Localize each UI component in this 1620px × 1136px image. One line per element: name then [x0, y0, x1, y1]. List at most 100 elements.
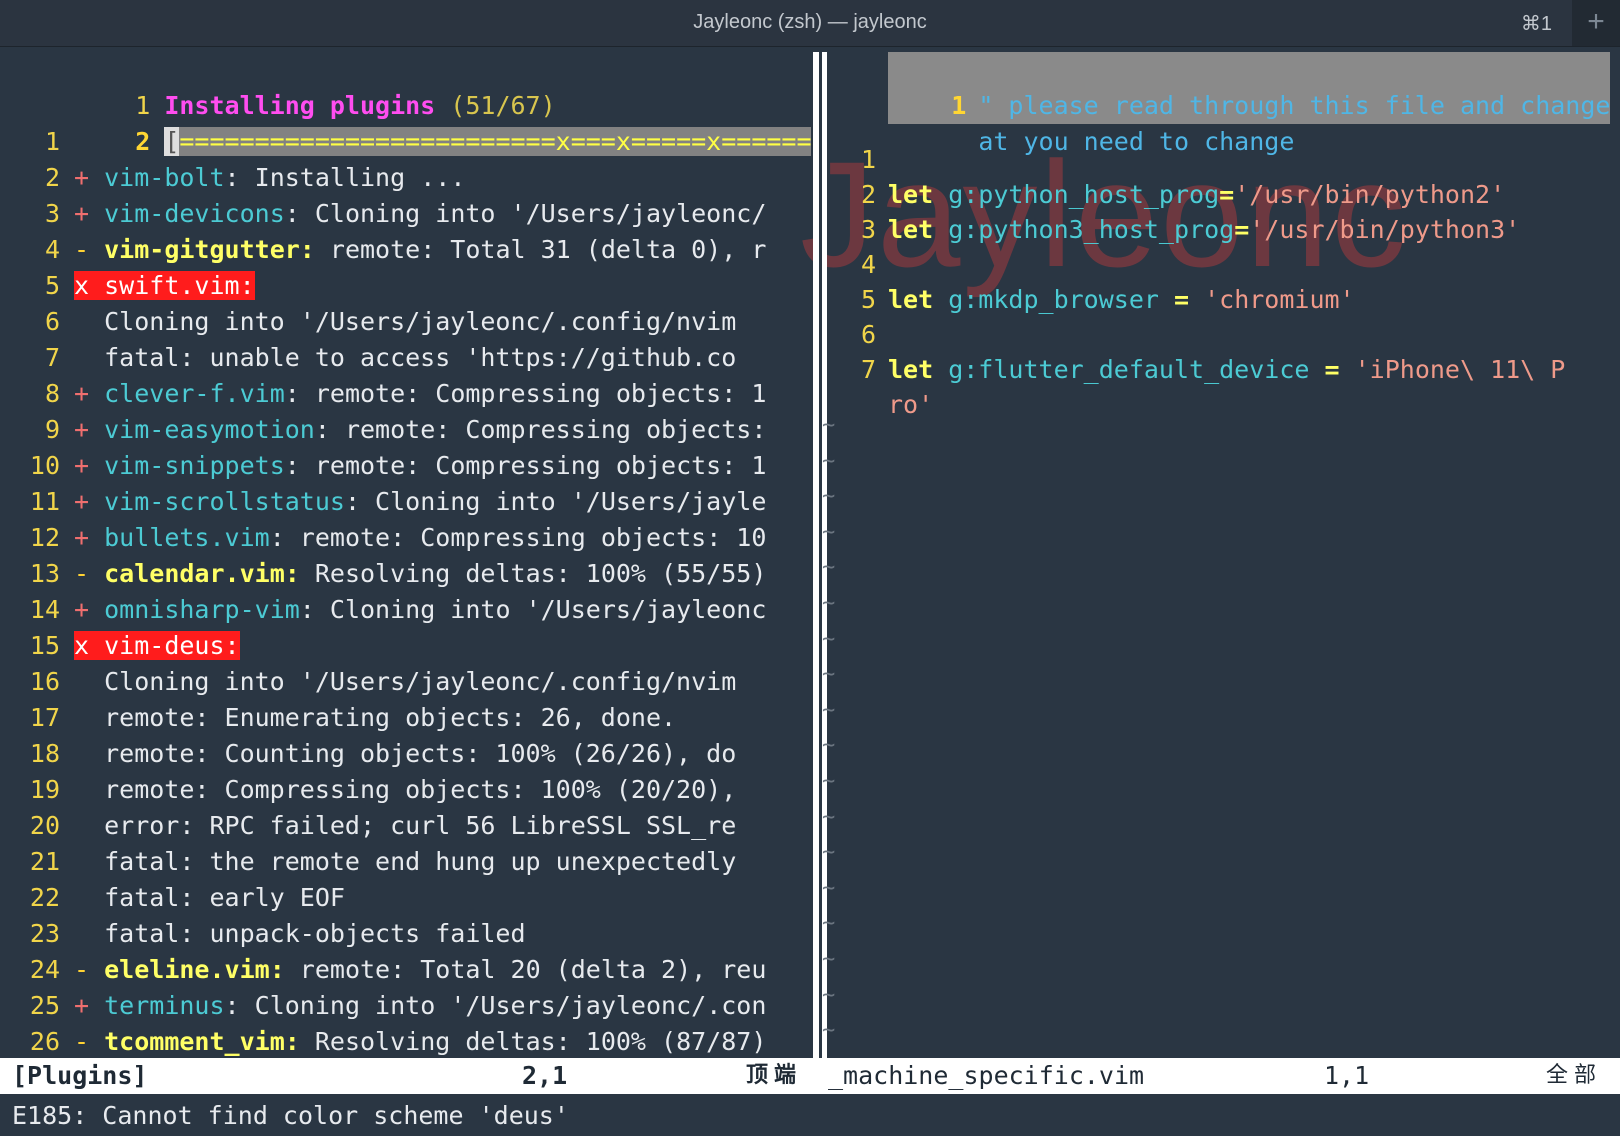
text-cursor: [	[164, 127, 180, 156]
line-number: 2	[44, 163, 60, 192]
command-line-message[interactable]: E185: Cannot find color scheme 'deus'	[12, 1098, 569, 1134]
keyword-let: let	[888, 285, 934, 314]
string-value: ro'	[888, 390, 934, 419]
plugin-row: 6 Cloning into '/Users/jayleonc/.config/…	[0, 304, 736, 340]
status-message: error: RPC failed; curl 56 LibreSSL SSL_…	[74, 811, 737, 840]
tab-shortcut-label: ⌘1	[1520, 13, 1552, 35]
left-cursor-position: 2,1	[522, 1061, 568, 1090]
line-number: 10	[29, 451, 60, 480]
status-message: : Cloning into '/Users/jayleonc	[299, 595, 767, 624]
status-message: remote: Total 31 (delta 0), r	[314, 235, 767, 264]
empty-line-tilde: ~	[822, 982, 836, 1008]
install-mark: +	[74, 415, 90, 444]
plugin-name: vim-devicons	[104, 199, 285, 228]
line-number: 3	[44, 199, 60, 228]
plugin-row: 7 fatal: unable to access 'https://githu…	[0, 340, 736, 376]
config-line: 1	[828, 142, 888, 178]
status-message: : remote: Compressing objects: 10	[269, 523, 767, 552]
variable-name: g:python_host_prog	[933, 180, 1220, 209]
plugin-row: 26- tcomment_vim: Resolving deltas: 100%…	[0, 1024, 767, 1060]
line-number: 3	[860, 215, 876, 244]
line-number: 7	[44, 343, 60, 372]
plugin-row: 17 remote: Enumerating objects: 26, done…	[0, 700, 676, 736]
assign-operator: =	[1324, 355, 1340, 384]
plugin-name: clever-f.vim	[104, 379, 285, 408]
empty-line-tilde: ~	[822, 804, 836, 830]
install-mark: +	[74, 199, 90, 228]
progress-bar-text: =========================x===x=====x====…	[179, 127, 811, 156]
line-number: 11	[29, 487, 60, 516]
plugins-pane[interactable]: 1 Installing plugins (51/67) 2 [==========…	[0, 52, 811, 1060]
plugin-name: omnisharp-vim	[104, 595, 300, 624]
plugin-name: vim-deus:	[104, 631, 240, 660]
empty-line-tilde: ~	[822, 875, 836, 901]
variable-name: g:mkdp_browser	[933, 285, 1174, 314]
keyword-let: let	[888, 215, 934, 244]
install-mark: +	[74, 451, 90, 480]
right-buffer-name: _machine_specific.vim	[828, 1061, 1145, 1090]
status-message: remote: Total 20 (delta 2), reu	[284, 955, 767, 984]
config-line: 5 let g:mkdp_browser = 'chromium'	[828, 282, 1355, 318]
line-number: 8	[44, 379, 60, 408]
comment-line: 1 " please read through this file and cha…	[828, 52, 1620, 120]
keyword-let: let	[888, 180, 934, 209]
status-message: Resolving deltas: 100% (87/87)	[299, 1027, 767, 1056]
plugin-name: bullets.vim	[104, 523, 270, 552]
plugin-row: 22 fatal: early EOF	[0, 880, 345, 916]
plugin-row: 10 + vim-snippets: remote: Compressing ob…	[0, 448, 767, 484]
config-line: 7 let g:flutter_default_device = 'iPhone\…	[828, 352, 1565, 388]
empty-line-tilde: ~	[822, 733, 836, 759]
line-number: 24	[29, 955, 60, 984]
config-line: 2 let g:python_host_prog='/usr/bin/python…	[828, 177, 1505, 213]
variable-name: g:python3_host_prog	[933, 215, 1235, 244]
right-scroll-position: 全部	[1546, 1063, 1603, 1088]
line-number: 14	[29, 595, 60, 624]
status-message: Cloning into '/Users/jayleonc/.config/nv…	[74, 307, 737, 336]
left-buffer-name: [Plugins]	[12, 1061, 148, 1090]
done-mark: -	[74, 1027, 90, 1056]
status-message: : Cloning into '/Users/jayleonc/.con	[224, 991, 767, 1020]
line-number: 22	[29, 883, 60, 912]
status-message: Resolving deltas: 100% (55/55)	[299, 559, 767, 588]
line-number: 9	[44, 415, 60, 444]
plugin-row: 4- vim-gitgutter: remote: Total 31 (delt…	[0, 232, 766, 268]
line-number: 1	[44, 127, 60, 156]
empty-line-tilde: ~	[822, 1018, 836, 1044]
status-message: remote: Counting objects: 100% (26/26), …	[74, 739, 737, 768]
line-number: 7	[860, 355, 876, 384]
status-message: fatal: the remote end hung up unexpected…	[74, 847, 737, 876]
plugin-row: 19 remote: Compressing objects: 100% (20…	[0, 772, 736, 808]
empty-line-tilde: ~	[822, 662, 836, 688]
install-mark: +	[74, 379, 90, 408]
error-plugin-row: 5 x swift.vim:	[0, 268, 255, 304]
line-number: 16	[29, 667, 60, 696]
install-mark: +	[74, 523, 90, 552]
line-number: 2	[860, 180, 876, 209]
new-tab-button[interactable]: +	[1572, 0, 1620, 46]
install-mark: +	[74, 595, 90, 624]
status-bar: [Plugins] 2,1 顶端 _machine_specific.vim 1…	[0, 1058, 1620, 1094]
plugin-name: eleline.vim:	[104, 955, 285, 984]
plugin-row: 11 + vim-scrollstatus: Cloning into '/Use…	[0, 484, 767, 520]
line-number: 5	[44, 271, 60, 300]
empty-line-tilde: ~	[822, 840, 836, 866]
right-cursor-position: 1,1	[1324, 1061, 1370, 1090]
plugin-name: calendar.vim:	[104, 559, 300, 588]
status-message: fatal: early EOF	[74, 883, 345, 912]
empty-line-tilde: ~	[822, 911, 836, 937]
status-message: fatal: unpack-objects failed	[74, 919, 526, 948]
plugin-row: 24- eleline.vim: remote: Total 20 (delta…	[0, 952, 767, 988]
keyword-let: let	[888, 355, 934, 384]
string-value: 'iPhone\ 11\ P	[1339, 355, 1566, 384]
config-line-wrap: ro'	[828, 387, 933, 423]
plugin-row: 21 fatal: the remote end hung up unexpec…	[0, 844, 736, 880]
install-mark: +	[74, 487, 90, 516]
line-number: 4	[44, 235, 60, 264]
line-number: 15	[29, 631, 60, 660]
line-number: 6	[860, 320, 876, 349]
empty-line-tilde: ~	[822, 591, 836, 616]
config-file-pane[interactable]: 1 " please read through this file and cha…	[828, 52, 1620, 1060]
plugin-name: vim-gitgutter:	[104, 235, 315, 264]
error-plugin-row: 15 x vim-deus:	[0, 628, 240, 664]
status-message: : remote: Compressing objects: 1	[284, 451, 767, 480]
